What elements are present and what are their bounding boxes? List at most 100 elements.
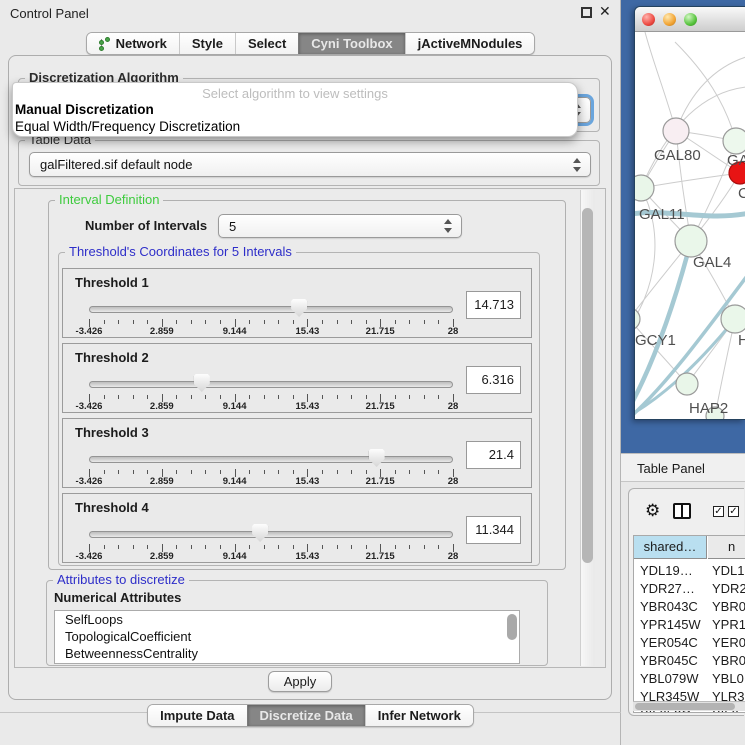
slider-tick [322, 395, 323, 399]
slider-tick [351, 395, 352, 399]
slider-scale-label: 15.43 [296, 326, 320, 337]
split-columns-icon[interactable] [673, 503, 691, 519]
close-icon[interactable]: ✕ [599, 3, 611, 20]
tab-jactivemnodules[interactable]: jActiveMNodules [405, 33, 535, 54]
slider-tick [118, 395, 119, 399]
zoom-traffic-light[interactable] [684, 13, 697, 26]
tab-network[interactable]: Network [87, 33, 179, 54]
slider-scale-label: 9.144 [223, 551, 247, 562]
list-item[interactable]: BetweennessCentrality [55, 645, 519, 662]
threshold-2-slider-track[interactable] [89, 381, 453, 388]
slider-tick [191, 545, 192, 549]
slider-tick [337, 545, 338, 549]
node-gal4[interactable] [675, 225, 707, 257]
slider-tick [351, 320, 352, 324]
threshold-2-slider-thumb[interactable] [194, 374, 210, 392]
table-row[interactable]: YBL079WYBL0 [634, 670, 745, 688]
slider-tick [395, 395, 396, 399]
checkbox-icon[interactable]: ✓ [728, 506, 739, 517]
float-window-icon[interactable] [581, 7, 592, 18]
slider-scale-label: 21.715 [366, 476, 395, 487]
table-hscrollbar-thumb[interactable] [635, 703, 735, 710]
tab-infer-network[interactable]: Infer Network [365, 705, 473, 726]
column-header-name[interactable]: n [708, 536, 745, 559]
slider-scale-label: 2.859 [150, 551, 174, 562]
table-row[interactable]: YBR043CYBR0 [634, 598, 745, 616]
group-title-attributes: Attributes to discretize [53, 572, 189, 587]
threshold-3-value-field[interactable]: 21.4 [466, 441, 521, 469]
minimize-traffic-light[interactable] [663, 13, 676, 26]
node-gcy1[interactable] [635, 308, 640, 330]
tab-cyni-toolbox[interactable]: Cyni Toolbox [298, 33, 404, 54]
gear-icon[interactable]: ⚙ [645, 501, 660, 521]
table-row[interactable]: YPR145WYPR1 [634, 616, 745, 634]
threshold-2-value-field[interactable]: 6.316 [466, 366, 521, 394]
settings-scrollbar-thumb[interactable] [582, 208, 593, 563]
slider-tick [395, 320, 396, 324]
table-row[interactable]: YBR045CYBR0 [634, 652, 745, 670]
threshold-4-slider-thumb[interactable] [252, 524, 268, 542]
column-header-shared[interactable]: shared… [634, 536, 707, 559]
tab-impute-data[interactable]: Impute Data [148, 705, 246, 726]
node-h[interactable] [721, 305, 745, 333]
list-item[interactable]: SelfLoops [55, 611, 519, 628]
node-hap2[interactable] [676, 373, 698, 395]
slider-tick [104, 470, 105, 474]
threshold-4-value-field[interactable]: 11.344 [466, 516, 521, 544]
slider-tick [278, 395, 279, 399]
node-label-partial: GA [727, 152, 745, 169]
slider-scale-label: 28 [448, 551, 459, 562]
slider-tick [337, 395, 338, 399]
tab-style[interactable]: Style [179, 33, 235, 54]
node-partial-top-right[interactable] [723, 128, 745, 154]
number-of-intervals-select[interactable]: 5 [218, 214, 462, 238]
close-traffic-light[interactable] [642, 13, 655, 26]
threshold-1-slider-track[interactable] [89, 306, 453, 313]
stepper-icon [573, 158, 582, 172]
group-title-thresholds: Threshold's Coordinates for 5 Intervals [65, 244, 296, 259]
threshold-1-block: Threshold 1 -3.4262.8599.14415.4321.7152… [62, 268, 532, 338]
node-attribute-table: shared… n YDL19…YDL1 YDR27…YDR2 YBR043CY… [633, 535, 745, 713]
node-label-gal11: GAL11 [639, 206, 685, 223]
slider-scale-label: 28 [448, 401, 459, 412]
table-data-select[interactable]: galFiltered.sif default node [29, 152, 591, 177]
slider-tick [409, 470, 410, 474]
control-panel: Control Panel ✕ Network Style Select Cyn… [0, 0, 621, 745]
list-scrollbar-thumb[interactable] [507, 614, 517, 640]
network-canvas[interactable]: GAL80 GA C GAL11 GAL4 GCY1 H HAP2 [635, 32, 745, 420]
slider-tick [264, 545, 265, 549]
table-row[interactable]: YDL19…YDL1 [634, 562, 745, 580]
node-gal11[interactable] [635, 175, 654, 201]
slider-tick [438, 470, 439, 474]
slider-tick [104, 545, 105, 549]
slider-tick [278, 545, 279, 549]
checkbox-icon[interactable]: ✓ [713, 506, 724, 517]
apply-button[interactable]: Apply [268, 671, 332, 692]
slider-tick [264, 395, 265, 399]
table-data-value: galFiltered.sif default node [40, 157, 192, 172]
tab-discretize-data[interactable]: Discretize Data [247, 705, 365, 726]
slider-tick [366, 395, 367, 399]
slider-tick [395, 545, 396, 549]
list-item[interactable]: TopologicalCoefficient [55, 628, 519, 645]
dropdown-item-manual[interactable]: Manual Discretization [15, 102, 575, 117]
slider-tick [351, 545, 352, 549]
network-window-titlebar[interactable] [635, 7, 745, 32]
threshold-3-slider-track[interactable] [89, 456, 453, 463]
dropdown-item-equal-width[interactable]: Equal Width/Frequency Discretization [15, 119, 575, 134]
node-gal80[interactable] [663, 118, 689, 144]
network-window: GAL80 GA C GAL11 GAL4 GCY1 H HAP2 [634, 6, 745, 420]
table-row[interactable]: YDR27…YDR2 [634, 580, 745, 598]
tab-select[interactable]: Select [235, 33, 298, 54]
slider-scale-label: 21.715 [366, 551, 395, 562]
slider-tick [205, 320, 206, 324]
table-row[interactable]: YER054CYER0 [634, 634, 745, 652]
threshold-1-slider-thumb[interactable] [291, 299, 307, 317]
threshold-3-slider-thumb[interactable] [369, 449, 385, 467]
slider-tick [176, 470, 177, 474]
threshold-1-label: Threshold 1 [75, 275, 149, 290]
slider-scale: -3.4262.8599.14415.4321.71528 [89, 326, 453, 338]
table-hscrollbar-track[interactable] [633, 701, 745, 711]
threshold-4-slider-track[interactable] [89, 531, 453, 538]
threshold-1-value-field[interactable]: 14.713 [466, 291, 521, 319]
